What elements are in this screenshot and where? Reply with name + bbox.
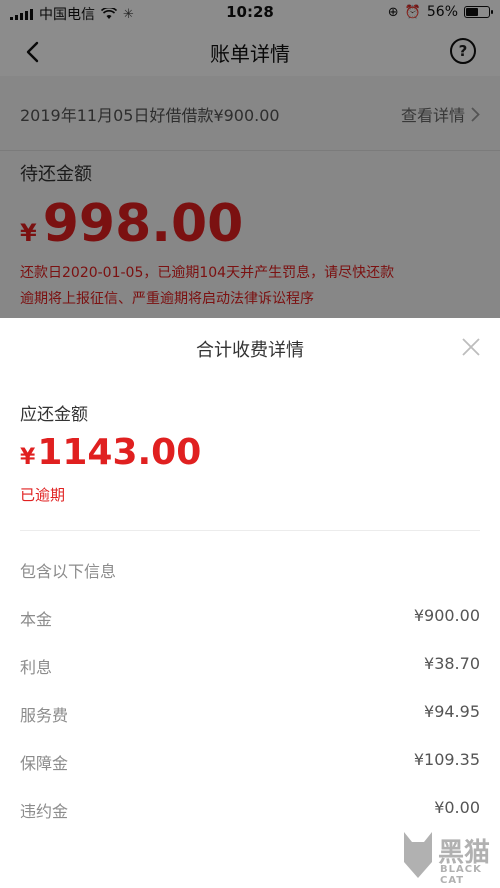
included-info-label: 包含以下信息 [20, 562, 117, 581]
fee-row-principal: 本金 ¥900.00 [20, 606, 480, 636]
fee-row-penalty: 违约金 ¥0.00 [20, 798, 480, 828]
fee-row-interest: 利息 ¥38.70 [20, 654, 480, 684]
black-cat-watermark: 黑猫 BLACK CAT [400, 826, 492, 886]
fee-name: 利息 [20, 658, 53, 677]
close-button[interactable] [460, 336, 482, 358]
fee-row-guarantee: 保障金 ¥109.35 [20, 750, 480, 780]
fee-name: 保障金 [20, 754, 69, 773]
fee-value: ¥900.00 [413, 606, 480, 625]
divider [20, 530, 480, 531]
sheet-title: 合计收费详情 [196, 340, 304, 361]
fee-name: 本金 [20, 610, 53, 629]
overdue-status: 已逾期 [20, 486, 66, 504]
fee-name: 服务费 [20, 706, 69, 725]
fee-row-service: 服务费 ¥94.95 [20, 702, 480, 732]
due-amount-value: 1143.00 [37, 432, 202, 473]
fee-value: ¥94.95 [424, 702, 480, 721]
due-amount: ¥1143.00 [20, 432, 201, 473]
due-amount-label: 应还金额 [20, 405, 88, 425]
fee-details-sheet: 合计收费详情 应还金额 ¥1143.00 已逾期 包含以下信息 本金 ¥900.… [0, 318, 500, 888]
close-icon [462, 338, 480, 356]
fee-value: ¥38.70 [424, 654, 480, 673]
fee-name: 违约金 [20, 802, 69, 821]
cat-logo-icon [404, 832, 432, 878]
fee-value: ¥109.35 [413, 750, 480, 769]
currency-symbol: ¥ [20, 445, 36, 470]
watermark-subtext: BLACK CAT [440, 864, 482, 886]
fee-value: ¥0.00 [434, 798, 480, 817]
